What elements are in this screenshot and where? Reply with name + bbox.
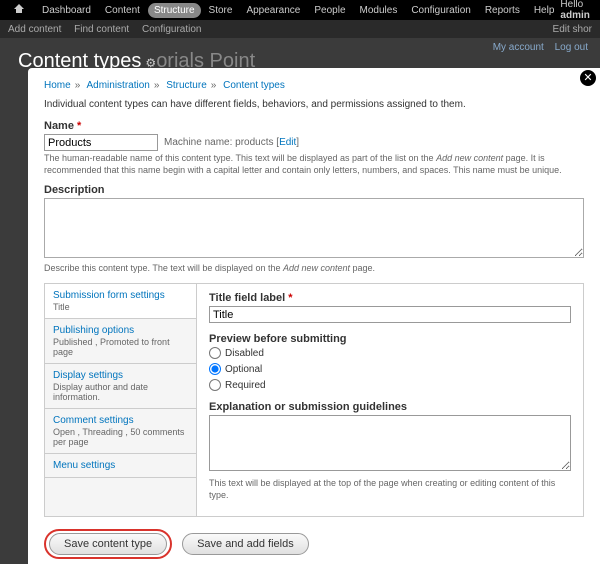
logout-link[interactable]: Log out	[555, 42, 588, 53]
topbar-configuration[interactable]: Configuration	[405, 3, 476, 18]
tab-content: Title field label * Preview before submi…	[197, 284, 583, 516]
highlight-ring: Save content type	[44, 529, 172, 559]
tab-comment[interactable]: Comment settings Open , Threading , 50 c…	[45, 409, 196, 454]
home-icon	[14, 4, 24, 14]
preview-optional[interactable]: Optional	[209, 363, 571, 375]
name-input[interactable]	[44, 134, 158, 151]
admin-subbar: Add content Find content Configuration E…	[0, 20, 600, 38]
save-and-add-button[interactable]: Save and add fields	[182, 533, 309, 555]
crumb-admin[interactable]: Administration	[86, 80, 149, 91]
description-textarea[interactable]	[44, 198, 584, 258]
machine-name: Machine name: products [Edit]	[164, 137, 299, 148]
userlinks: My account Log out	[485, 42, 588, 53]
guidelines-label: Explanation or submission guidelines	[209, 401, 571, 413]
tab-menu[interactable]: Menu settings	[45, 454, 196, 478]
guidelines-help: This text will be displayed at the top o…	[209, 478, 571, 501]
hello-text: Hello admin	[560, 0, 589, 21]
subbar-add-content[interactable]: Add content	[8, 24, 61, 35]
topbar-appearance[interactable]: Appearance	[240, 3, 306, 18]
save-button[interactable]: Save content type	[49, 533, 167, 555]
description-label: Description	[44, 184, 584, 196]
machine-name-edit[interactable]: Edit	[279, 137, 296, 148]
subbar-find-content[interactable]: Find content	[74, 24, 129, 35]
title-field-input[interactable]	[209, 306, 571, 323]
topbar-reports[interactable]: Reports	[479, 3, 526, 18]
vertical-tabs: Submission form settings Title Publishin…	[44, 283, 584, 517]
intro-text: Individual content types can have differ…	[44, 99, 584, 110]
preview-required[interactable]: Required	[209, 379, 571, 391]
crumb-structure[interactable]: Structure	[166, 80, 207, 91]
preview-disabled[interactable]: Disabled	[209, 347, 571, 359]
name-help: The human-readable name of this content …	[44, 153, 584, 176]
topbar-modules[interactable]: Modules	[354, 3, 404, 18]
description-help: Describe this content type. The text wil…	[44, 263, 584, 275]
home-link[interactable]	[8, 2, 34, 19]
breadcrumb: Home» Administration» Structure» Content…	[44, 80, 584, 91]
subbar-configuration[interactable]: Configuration	[142, 24, 201, 35]
crumb-content-types[interactable]: Content types	[223, 80, 285, 91]
topbar-store[interactable]: Store	[203, 3, 239, 18]
close-icon[interactable]: ✕	[580, 70, 596, 86]
topbar-people[interactable]: People	[308, 3, 351, 18]
guidelines-textarea[interactable]	[209, 415, 571, 471]
my-account-link[interactable]: My account	[493, 42, 544, 53]
crumb-home[interactable]: Home	[44, 80, 71, 91]
topbar-help[interactable]: Help	[528, 3, 561, 18]
tab-publishing[interactable]: Publishing options Published , Promoted …	[45, 319, 196, 364]
topbar-structure[interactable]: Structure	[148, 3, 201, 18]
admin-topbar: Dashboard Content Structure Store Appear…	[0, 0, 600, 20]
title-field-label: Title field label *	[209, 292, 571, 304]
topbar-dashboard[interactable]: Dashboard	[36, 3, 97, 18]
tab-submission[interactable]: Submission form settings Title	[45, 284, 196, 319]
subbar-edit-shortcuts[interactable]: Edit shor	[553, 24, 592, 35]
overlay-modal: Home» Administration» Structure» Content…	[28, 68, 600, 564]
topbar-content[interactable]: Content	[99, 3, 146, 18]
name-label: Name *	[44, 120, 584, 132]
preview-label: Preview before submitting	[209, 333, 571, 345]
tab-display[interactable]: Display settings Display author and date…	[45, 364, 196, 409]
